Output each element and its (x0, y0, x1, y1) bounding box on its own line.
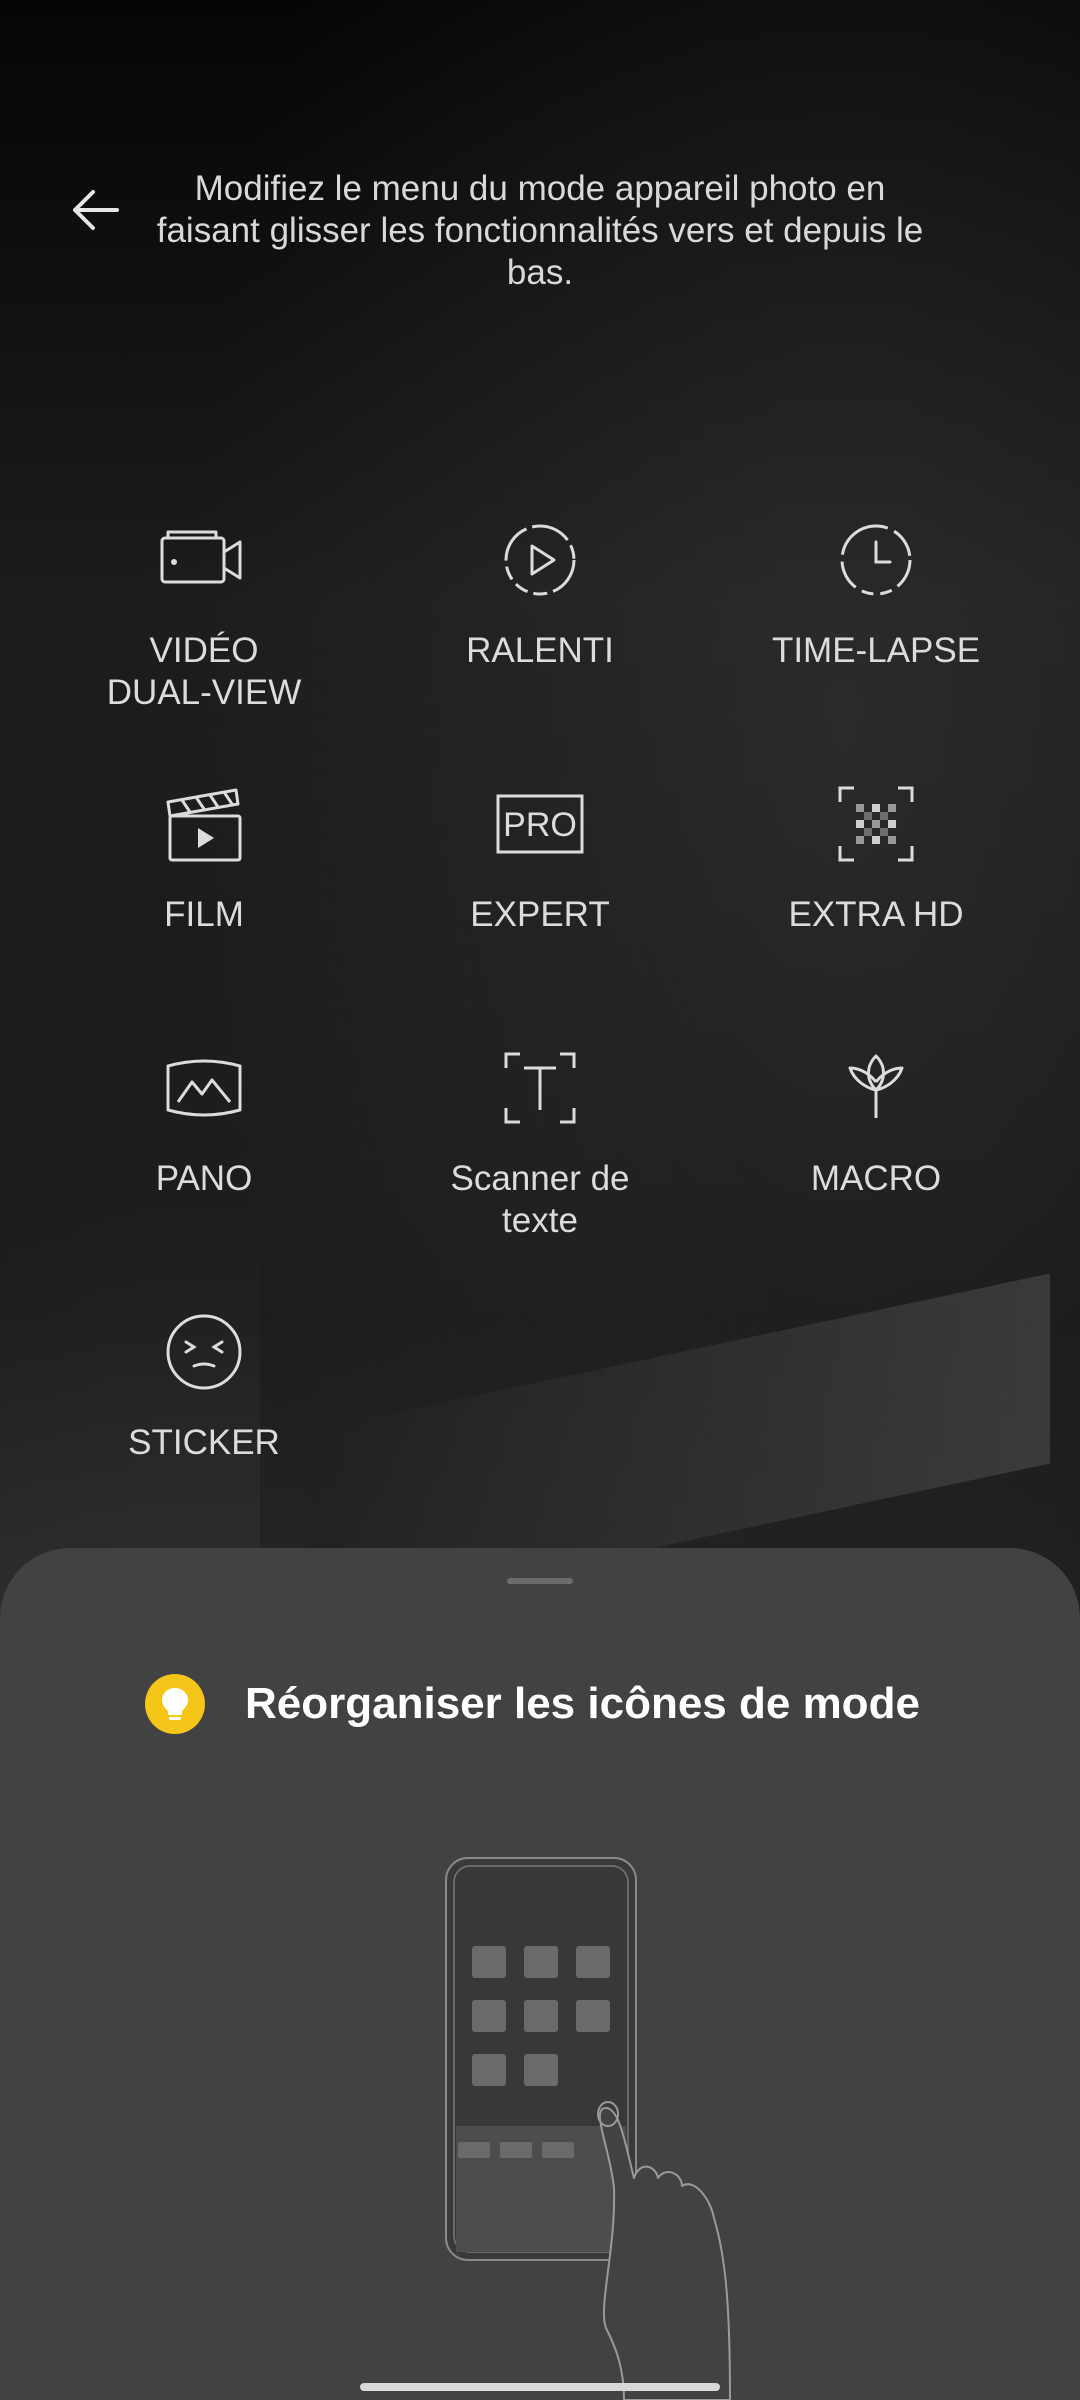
mode-item-extra-hd[interactable]: EXTRA HD (726, 774, 1026, 936)
gesture-navigation-bar[interactable] (360, 2383, 720, 2391)
mode-label: Scanner de texte (450, 1159, 630, 1240)
pro-icon: PRO (496, 794, 584, 854)
mode-label: RALENTI (466, 631, 614, 670)
macro-flower-icon (848, 1054, 904, 1118)
tip-title: Réorganiser les icônes de mode (245, 1679, 920, 1728)
mode-label: PANO (155, 1159, 253, 1198)
dual-view-video-icon (160, 530, 242, 584)
mode-label: MACRO (810, 1159, 942, 1198)
sticker-face-icon (166, 1314, 242, 1390)
mode-item-dual-view[interactable]: VIDÉO DUAL-VIEW (54, 510, 354, 714)
mode-item-text-scanner[interactable]: Scanner de texte (390, 1038, 690, 1242)
mode-item-film[interactable]: FILM (54, 774, 354, 936)
mode-item-macro[interactable]: MACRO (726, 1038, 1026, 1200)
mode-label: TIME-LAPSE (771, 631, 981, 670)
text-scanner-icon (504, 1052, 576, 1124)
phone-drag-hand-illustration (445, 1857, 731, 2400)
mode-label: EXTRA HD (788, 895, 964, 934)
tip-bottom-sheet[interactable]: Réorganiser les icônes de mode (0, 1548, 1080, 2400)
mode-item-expert[interactable]: PRO EXPERT (390, 774, 690, 936)
tip-header: Réorganiser les icônes de mode (145, 1672, 920, 1736)
mode-label: FILM (164, 895, 244, 934)
sheet-drag-handle[interactable] (507, 1578, 573, 1584)
mode-label: VIDÉO DUAL-VIEW (106, 631, 302, 712)
mode-label: EXPERT (470, 895, 610, 934)
panorama-icon (166, 1059, 242, 1117)
slow-motion-icon (504, 524, 576, 596)
mode-item-slow-motion[interactable]: RALENTI (390, 510, 690, 672)
film-clapper-icon (166, 788, 242, 862)
pro-badge-text: PRO (503, 806, 577, 844)
lightbulb-icon (145, 1674, 205, 1734)
time-lapse-icon (840, 524, 912, 596)
mode-item-pano[interactable]: PANO (54, 1038, 354, 1200)
extra-hd-icon (838, 786, 914, 862)
mode-grid: VIDÉO DUAL-VIEW RALENTI TIME-LAPSE FILM (0, 0, 1080, 1500)
mode-item-sticker[interactable]: STICKER (54, 1302, 354, 1464)
mode-label: STICKER (128, 1423, 280, 1462)
mode-item-time-lapse[interactable]: TIME-LAPSE (726, 510, 1026, 672)
